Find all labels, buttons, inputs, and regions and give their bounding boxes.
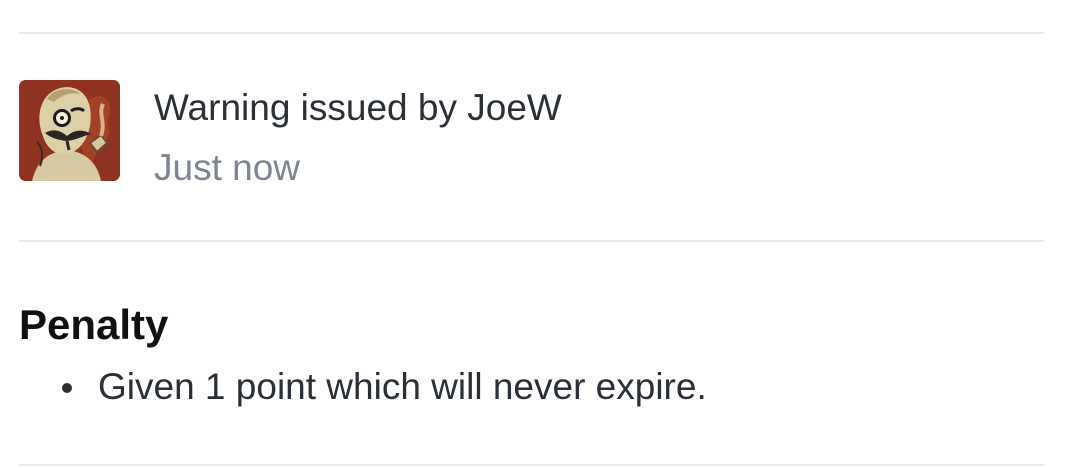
top-divider	[19, 32, 1044, 34]
middle-divider	[19, 240, 1044, 242]
bottom-divider	[19, 464, 1044, 466]
penalty-heading: Penalty	[19, 301, 169, 348]
warning-header: Warning issued by JoeW Just now	[19, 80, 1044, 188]
penalty-item-text: Given 1 point which will never expire.	[98, 366, 707, 407]
penalty-list: Given 1 point which will never expire.	[19, 364, 707, 410]
penalty-item: Given 1 point which will never expire.	[19, 364, 707, 410]
avatar[interactable]	[19, 80, 120, 181]
warning-timestamp: Just now	[154, 147, 301, 188]
monocle-gentleman-avatar-icon	[19, 80, 120, 181]
bullet-icon	[62, 383, 72, 393]
warning-issuer-text: Warning issued by JoeW	[154, 87, 562, 128]
